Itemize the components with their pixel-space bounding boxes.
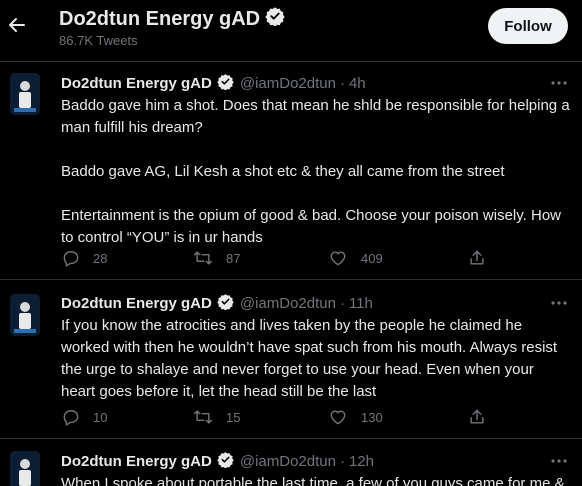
like-button[interactable]: 409 [327, 247, 383, 269]
author-name[interactable]: Do2dtun Energy gAD [61, 295, 212, 312]
share-button[interactable] [467, 247, 499, 269]
reply-button[interactable]: 28 [61, 247, 107, 269]
author-name[interactable]: Do2dtun Energy gAD [61, 75, 212, 92]
share-icon [470, 250, 484, 265]
tweet-count: 86.7K Tweets [59, 33, 138, 48]
retweet-button[interactable]: 87 [192, 247, 240, 269]
tweet-text: When I spoke about portable the last tim… [61, 473, 571, 486]
tweet-actions: 28 87 409 [61, 247, 501, 271]
follow-button[interactable]: Follow [488, 8, 568, 44]
tweet[interactable]: Do2dtun Energy gAD @iamDo2dtun · 12h Whe… [0, 438, 582, 486]
tweet-header: Do2dtun Energy gAD @iamDo2dtun · 12h [61, 451, 374, 472]
retweet-icon [193, 410, 213, 424]
back-arrow-icon[interactable] [4, 12, 28, 38]
tweet-paragraph: When I spoke about portable the last tim… [61, 475, 565, 486]
reply-count: 28 [93, 250, 108, 266]
avatar[interactable] [10, 294, 40, 336]
tweet-time[interactable]: 11h [349, 295, 373, 312]
like-count: 130 [361, 409, 383, 425]
separator-dot: · [339, 75, 345, 92]
more-icon[interactable] [548, 451, 570, 471]
retweet-count: 15 [226, 409, 241, 425]
tweet-paragraph: Entertainment is the opium of good & bad… [61, 207, 561, 246]
like-count: 409 [361, 250, 383, 266]
avatar[interactable] [10, 73, 40, 115]
reply-icon [63, 251, 79, 267]
author-handle[interactable]: @iamDo2dtun [240, 75, 336, 92]
profile-name: Do2dtun Energy gAD [59, 6, 285, 32]
retweet-icon [193, 251, 213, 265]
more-icon[interactable] [548, 73, 570, 93]
like-icon [330, 410, 346, 425]
profile-name-text: Do2dtun Energy gAD [59, 7, 261, 30]
like-button[interactable]: 130 [327, 406, 383, 428]
avatar[interactable] [10, 451, 40, 486]
reply-count: 10 [93, 409, 108, 425]
tweet-paragraph: Baddo gave him a shot. Does that mean he… [61, 97, 570, 136]
tweet-time[interactable]: 12h [349, 453, 374, 470]
retweet-button[interactable]: 15 [192, 406, 240, 428]
author-handle[interactable]: @iamDo2dtun [240, 295, 336, 312]
share-button[interactable] [467, 406, 499, 428]
reply-icon [63, 410, 79, 426]
tweet-time[interactable]: 4h [349, 75, 366, 92]
verified-badge-icon [265, 6, 285, 32]
verified-badge-icon [217, 73, 234, 94]
tweet-paragraph: If you know the atrocities and lives tak… [61, 317, 558, 400]
tweet[interactable]: Do2dtun Energy gAD @iamDo2dtun · 11h If … [0, 279, 582, 438]
tweet-header: Do2dtun Energy gAD @iamDo2dtun · 11h [61, 293, 373, 314]
author-handle[interactable]: @iamDo2dtun [240, 453, 336, 470]
author-name[interactable]: Do2dtun Energy gAD [61, 453, 212, 470]
verified-badge-icon [217, 293, 234, 314]
like-icon [330, 251, 346, 266]
verified-badge-icon [217, 451, 234, 472]
tweet-paragraph: Baddo gave AG, Lil Kesh a shot etc & the… [61, 163, 505, 180]
tweet-text: If you know the atrocities and lives tak… [61, 315, 571, 403]
separator-dot: · [339, 295, 345, 312]
reply-button[interactable]: 10 [61, 406, 107, 428]
share-icon [470, 409, 484, 424]
profile-header: Do2dtun Energy gAD 86.7K Tweets Follow [0, 0, 582, 55]
separator-dot: · [339, 453, 345, 470]
tweet-actions: 10 15 130 [61, 406, 501, 430]
tweet-text: Baddo gave him a shot. Does that mean he… [61, 95, 571, 249]
tweet-header: Do2dtun Energy gAD @iamDo2dtun · 4h [61, 73, 366, 94]
retweet-count: 87 [226, 250, 241, 266]
tweet[interactable]: Do2dtun Energy gAD @iamDo2dtun · 4h Badd… [0, 61, 582, 279]
more-icon[interactable] [548, 293, 570, 313]
